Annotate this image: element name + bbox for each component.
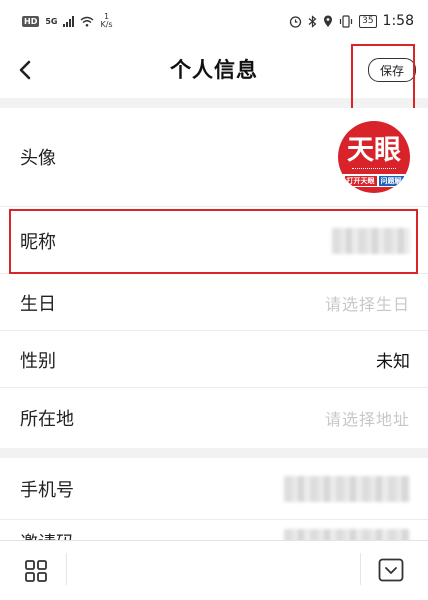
hd-badge: HD xyxy=(22,15,40,27)
avatar-band-left: 打开天眼 xyxy=(344,175,377,186)
save-button[interactable]: 保存 xyxy=(368,58,416,82)
location-label: 所在地 xyxy=(20,408,74,430)
grid-icon[interactable] xyxy=(24,559,48,583)
avatar[interactable]: 天眼 打开天眼 问题解 xyxy=(338,121,410,193)
nickname-row[interactable]: 昵称 xyxy=(0,208,428,274)
status-left: HD 5G 1 K/s xyxy=(22,13,113,29)
avatar-logo-band: 打开天眼 问题解 xyxy=(338,174,410,187)
location-row[interactable]: 所在地 请选择地址 xyxy=(0,389,428,446)
gender-label: 性别 xyxy=(20,350,56,372)
bottom-divider-right xyxy=(360,553,361,585)
birthday-placeholder: 请选择生日 xyxy=(324,294,410,314)
vibrate-icon xyxy=(339,14,353,28)
phone-row[interactable]: 手机号 xyxy=(0,458,428,520)
network-type: 5G xyxy=(45,16,58,26)
status-right: 35 1:58 xyxy=(289,13,414,29)
signal-icon xyxy=(63,15,75,27)
nickname-label: 昵称 xyxy=(20,231,56,253)
battery-indicator: 35 xyxy=(359,14,377,28)
location-icon xyxy=(324,15,333,27)
avatar-logo-divider xyxy=(352,168,396,171)
chevron-down-icon[interactable] xyxy=(378,558,404,582)
phone-value-blurred xyxy=(284,475,410,502)
clock: 1:58 xyxy=(382,13,414,29)
bottom-bar xyxy=(0,540,428,600)
avatar-logo-text: 天眼 xyxy=(347,135,401,166)
avatar-label: 头像 xyxy=(20,148,56,169)
page-title: 个人信息 xyxy=(170,58,258,82)
gender-value: 未知 xyxy=(376,352,410,372)
wifi-icon xyxy=(81,16,94,27)
avatar-band-right: 问题解 xyxy=(378,175,404,186)
alarm-icon xyxy=(289,15,302,28)
speed-unit: K/s xyxy=(100,20,113,29)
nav-bar: 个人信息 保存 xyxy=(0,42,428,98)
avatar-row[interactable]: 头像 天眼 打开天眼 问题解 xyxy=(0,108,428,207)
gender-row[interactable]: 性别 未知 xyxy=(0,332,428,388)
nickname-value-blurred xyxy=(332,227,410,254)
birthday-row[interactable]: 生日 请选择生日 xyxy=(0,275,428,331)
bluetooth-icon xyxy=(308,14,317,28)
network-speed: 1 K/s xyxy=(100,13,112,29)
bottom-divider-left xyxy=(66,553,67,585)
location-placeholder: 请选择地址 xyxy=(324,409,410,429)
status-bar: HD 5G 1 K/s 35 1:58 xyxy=(0,0,428,42)
birthday-label: 生日 xyxy=(20,293,56,315)
phone-label: 手机号 xyxy=(20,479,74,501)
